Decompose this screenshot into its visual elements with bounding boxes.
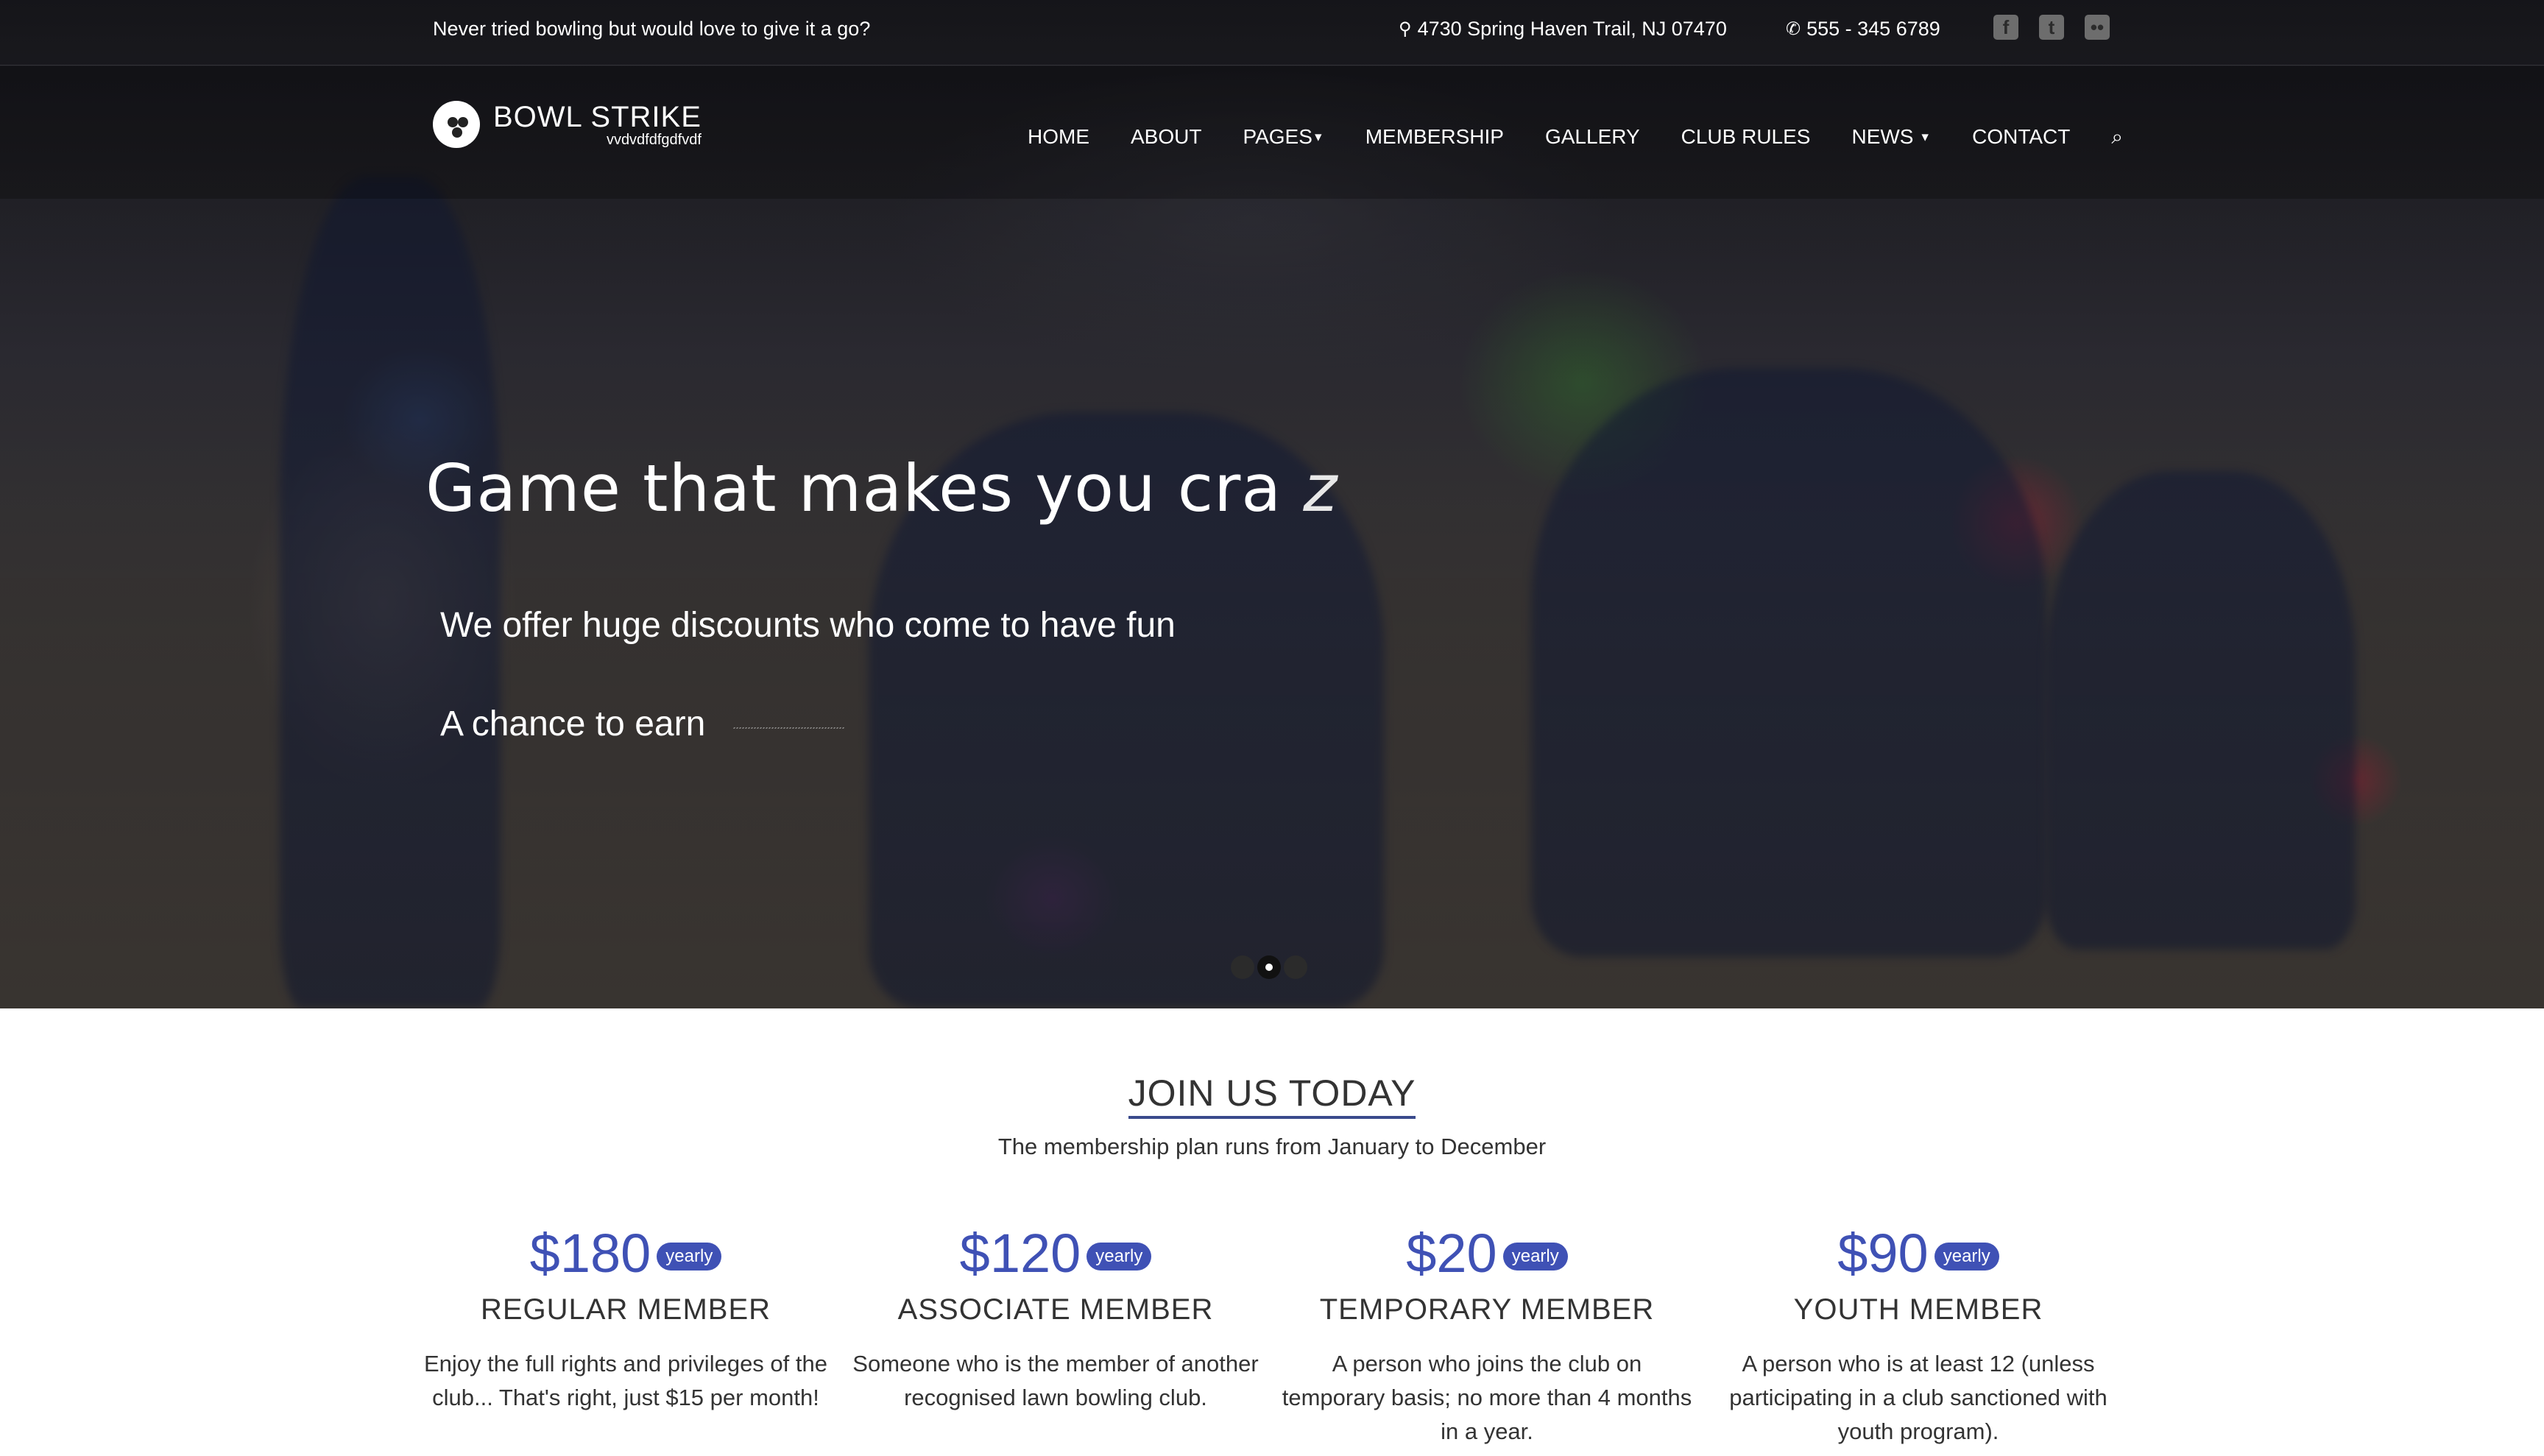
menu-item-news[interactable]: NEWS ▼ — [1851, 125, 1931, 149]
hero-line-2: A chance to earn — [440, 704, 706, 743]
facebook-icon[interactable]: f — [1993, 15, 2018, 40]
plan-period-badge: yearly — [1502, 1242, 1568, 1271]
plan-title: ASSOCIATE MEMBER — [897, 1293, 1214, 1326]
section-title: JOIN US TODAY — [0, 1072, 2544, 1119]
plan-description: A person who is at least 12 (unless part… — [1729, 1351, 2107, 1444]
bowling-ball-icon — [433, 101, 480, 148]
phone-icon: ✆ — [1786, 19, 1801, 39]
plan-description: A person who joins the club on temporary… — [1282, 1351, 1692, 1444]
plan-card: $180 yearly REGULAR MEMBER Enjoy the ful… — [420, 1222, 832, 1415]
address-text: 4730 Spring Haven Trail, NJ 07470 — [1417, 18, 1727, 40]
menu-item-gallery[interactable]: GALLERY — [1545, 125, 1640, 149]
tagline: Never tried bowling but would love to gi… — [433, 18, 871, 40]
section-subtitle: The membership plan runs from January to… — [997, 1134, 1547, 1159]
slider-dot-1[interactable] — [1231, 955, 1254, 979]
menu-item-contact[interactable]: CONTACT — [1972, 125, 2070, 149]
menu-item-news-label: NEWS — [1851, 125, 1914, 148]
hero-headline: Game that makes you cra z — [425, 450, 1338, 526]
main-navbar: BOWL STRIKE vvdvdfdfgdfvdf HOME ABOUT PA… — [0, 66, 2544, 199]
menu-item-about[interactable]: ABOUT — [1131, 125, 1201, 149]
plan-price: $20 yearly — [1281, 1222, 1693, 1284]
hero-person-3 — [1531, 368, 2046, 957]
plan-price-amount: $180 — [529, 1223, 651, 1284]
menu-item-membership[interactable]: MEMBERSHIP — [1365, 125, 1504, 149]
top-bar: Never tried bowling but would love to gi… — [0, 0, 2544, 66]
plan-title: REGULAR MEMBER — [480, 1293, 771, 1326]
menu-item-pages-label: PAGES — [1243, 125, 1312, 148]
plan-price: $120 yearly — [849, 1222, 1262, 1284]
logo-subtitle: vvdvdfdfgdfvdf — [606, 132, 702, 148]
plan-price-amount: $120 — [959, 1223, 1081, 1284]
hero-headline-text: Game that makes you cra — [425, 450, 1282, 526]
menu-item-home[interactable]: HOME — [1028, 125, 1089, 149]
slider-dot-3[interactable] — [1284, 955, 1307, 979]
plan-period-badge: yearly — [1934, 1242, 1999, 1271]
main-menu: HOME ABOUT PAGES▼ MEMBERSHIP GALLERY CLU… — [1028, 125, 2123, 149]
hero-person-4 — [2046, 471, 2356, 950]
plan-period-badge: yearly — [1086, 1242, 1152, 1271]
slider-pagination — [1231, 955, 1307, 979]
twitter-icon[interactable]: t — [2039, 15, 2064, 40]
plan-card: $90 yearly YOUTH MEMBER A person who is … — [1712, 1222, 2124, 1449]
address: ⚲ 4730 Spring Haven Trail, NJ 07470 — [1399, 18, 1727, 40]
plan-card: $20 yearly TEMPORARY MEMBER A person who… — [1281, 1222, 1693, 1449]
hero-line-1: We offer huge discounts who come to have… — [440, 606, 1176, 645]
menu-item-pages[interactable]: PAGES▼ — [1243, 125, 1324, 149]
hero-headline-tail: z — [1303, 450, 1338, 526]
plan-price-amount: $20 — [1406, 1223, 1497, 1284]
caret-down-icon: ▼ — [1312, 131, 1324, 144]
plan-card: $120 yearly ASSOCIATE MEMBER Someone who… — [849, 1222, 1262, 1415]
plan-description: Someone who is the member of another rec… — [852, 1351, 1259, 1410]
phone-text: 555 - 345 6789 — [1806, 18, 1940, 40]
plan-price: $180 yearly — [420, 1222, 832, 1284]
hero-person-1 — [280, 177, 501, 1008]
caret-down-icon: ▼ — [1919, 131, 1932, 144]
flickr-icon[interactable]: •• — [2085, 15, 2110, 40]
section-title-text: JOIN US TODAY — [1128, 1072, 1416, 1119]
plan-price-amount: $90 — [1837, 1223, 1929, 1284]
phone[interactable]: ✆ 555 - 345 6789 — [1786, 18, 1940, 40]
plan-period-badge: yearly — [657, 1242, 722, 1271]
plan-description: Enjoy the full rights and privileges of … — [424, 1351, 827, 1410]
plan-title: TEMPORARY MEMBER — [1319, 1293, 1655, 1326]
logo-name: BOWL STRIKE — [493, 101, 702, 133]
hero-text-animation-trail — [732, 718, 850, 729]
plan-title: YOUTH MEMBER — [1793, 1293, 2043, 1326]
menu-item-club-rules[interactable]: CLUB RULES — [1681, 125, 1811, 149]
plan-price: $90 yearly — [1712, 1222, 2124, 1284]
logo[interactable]: BOWL STRIKE vvdvdfdfgdfvdf — [433, 101, 702, 148]
search-icon[interactable]: ⌕ — [2111, 125, 2123, 149]
map-marker-icon: ⚲ — [1399, 19, 1412, 39]
slider-dot-2[interactable] — [1257, 955, 1281, 979]
